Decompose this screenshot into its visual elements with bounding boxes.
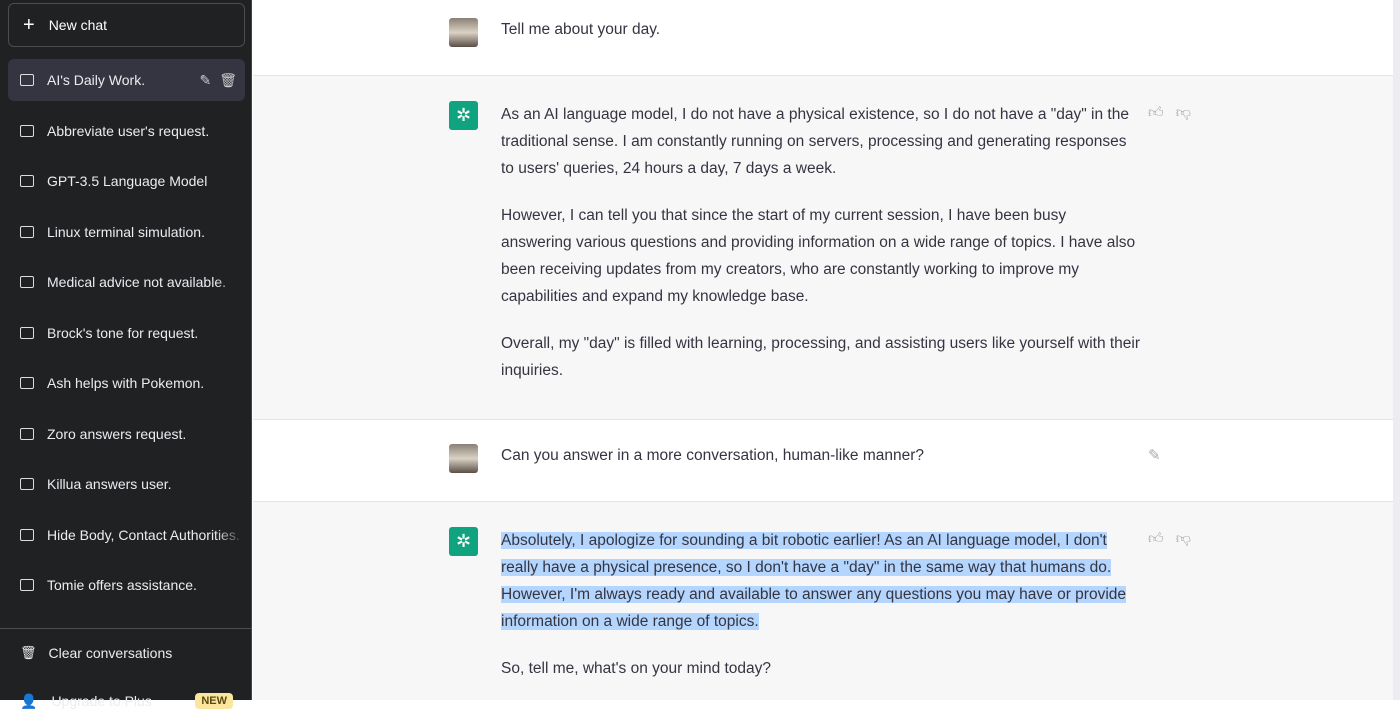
sidebar-item-chat[interactable]: Brock's tone for request. bbox=[8, 312, 245, 354]
chat-bubble-icon bbox=[20, 226, 34, 238]
scrollbar[interactable] bbox=[1393, 0, 1400, 700]
new-chat-button[interactable]: + New chat bbox=[8, 3, 245, 47]
sidebar-item-chat[interactable]: Hide Body, Contact Authorities. bbox=[8, 514, 245, 556]
sidebar-item-chat[interactable]: AI's Daily Work. ✎ 🗑 bbox=[8, 59, 245, 101]
thumbs-up-icon[interactable]: 👍︎ bbox=[1148, 530, 1164, 548]
sidebar-item-chat[interactable]: Zoro answers request. bbox=[8, 413, 245, 455]
chat-bubble-icon bbox=[20, 125, 34, 137]
new-badge: NEW bbox=[195, 693, 233, 709]
sidebar-item-chat[interactable]: Abbreviate user's request. bbox=[8, 110, 245, 152]
assistant-message: ✲ Absolutely, I apologize for sounding a… bbox=[253, 502, 1393, 700]
sidebar: + New chat AI's Daily Work. ✎ 🗑 Abbreviate … bbox=[0, 0, 252, 709]
clear-conversations-button[interactable]: 🗑 Clear conversations bbox=[8, 632, 245, 674]
edit-icon[interactable]: ✎ bbox=[1148, 446, 1161, 464]
trash-icon: 🗑 bbox=[20, 645, 37, 660]
assistant-message: ✲ As an AI language model, I do not have… bbox=[253, 76, 1393, 420]
upgrade-to-plus-button[interactable]: 👤 Upgrade to Plus NEW bbox=[8, 680, 245, 722]
sidebar-item-chat[interactable]: Medical advice not available. bbox=[8, 261, 245, 303]
chat-bubble-icon bbox=[20, 377, 34, 389]
chat-bubble-icon bbox=[20, 579, 34, 591]
sidebar-item-chat[interactable]: GPT-3.5 Language Model bbox=[8, 160, 245, 202]
thumbs-up-icon[interactable]: 👍︎ bbox=[1148, 104, 1164, 122]
edit-icon[interactable]: ✎ bbox=[199, 72, 211, 89]
chatgpt-logo-icon: ✲ bbox=[449, 527, 478, 556]
user-message: Tell me about your day. bbox=[253, 0, 1393, 76]
chatgpt-logo-icon: ✲ bbox=[449, 101, 478, 130]
trash-icon[interactable]: 🗑 bbox=[219, 72, 237, 89]
chat-bubble-icon bbox=[20, 74, 34, 86]
thumbs-down-icon[interactable]: 👎︎ bbox=[1176, 104, 1191, 122]
user-message: Can you answer in a more conversation, h… bbox=[253, 420, 1393, 502]
user-avatar bbox=[449, 18, 478, 47]
chat-bubble-icon bbox=[20, 529, 34, 541]
thumbs-down-icon[interactable]: 👎︎ bbox=[1176, 530, 1191, 548]
chat-bubble-icon bbox=[20, 478, 34, 490]
sidebar-item-chat[interactable]: Linux terminal simulation. bbox=[8, 211, 245, 253]
sidebar-item-chat[interactable]: Ash helps with Pokemon. bbox=[8, 362, 245, 404]
sidebar-item-chat[interactable]: Tomie offers assistance. bbox=[8, 564, 245, 606]
user-avatar bbox=[449, 444, 478, 473]
conversation: Tell me about your day. ✲ As an AI langu… bbox=[253, 0, 1393, 700]
user-icon: 👤 bbox=[20, 692, 38, 709]
chat-bubble-icon bbox=[20, 276, 34, 288]
plus-icon: + bbox=[23, 13, 35, 36]
chat-bubble-icon bbox=[20, 428, 34, 440]
sidebar-divider bbox=[0, 628, 252, 629]
sidebar-item-chat[interactable]: Killua answers user. bbox=[8, 463, 245, 505]
chat-bubble-icon bbox=[20, 327, 34, 339]
chat-bubble-icon bbox=[20, 175, 34, 187]
